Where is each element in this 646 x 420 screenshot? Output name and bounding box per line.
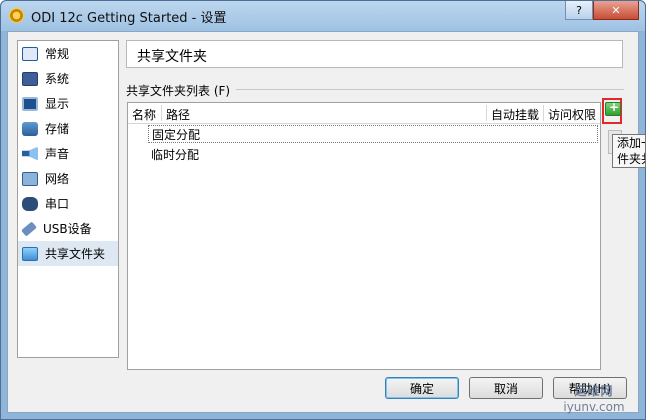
title-bar[interactable]: ODI 12c Getting Started - 设置 ? ✕ — [1, 1, 645, 31]
general-icon — [22, 46, 38, 61]
table-header: 名称 路径 自动挂载 访问权限 — [128, 103, 600, 124]
shared-folders-table[interactable]: 名称 路径 自动挂载 访问权限 固定分配 临时分配 — [127, 102, 601, 370]
add-folder-tooltip: 添加一 件夹共 — [612, 134, 646, 168]
sidebar-item-network[interactable]: 网络 — [18, 166, 118, 191]
page-title-box: 共享文件夹 — [126, 40, 623, 68]
table-row-fixed[interactable]: 固定分配 — [148, 125, 598, 143]
help-window-button[interactable]: ? — [565, 1, 593, 20]
add-shared-folder-button[interactable] — [602, 98, 622, 124]
dialog-client: 常规 系统 显示 存储 声音 网络 串口 USB设备 共享文件夹 共享文件夹 共… — [7, 31, 646, 413]
display-icon — [22, 96, 38, 111]
tooltip-line-2: 件夹共 — [617, 152, 645, 166]
shared-folders-list-label: 共享文件夹列表 (F) — [126, 84, 231, 98]
sidebar-item-label: 网络 — [45, 172, 70, 186]
sidebar-item-label: 串口 — [45, 197, 70, 211]
page-title: 共享文件夹 — [137, 49, 207, 65]
sidebar-item-system[interactable]: 系统 — [18, 66, 118, 91]
sidebar-item-label: 显示 — [45, 97, 70, 111]
ok-button[interactable]: 确定 — [385, 377, 459, 399]
sidebar-item-storage[interactable]: 存储 — [18, 116, 118, 141]
settings-window: ODI 12c Getting Started - 设置 ? ✕ 常规 系统 显… — [0, 0, 646, 420]
sidebar-item-label: 常规 — [45, 47, 70, 61]
sidebar-item-label: 共享文件夹 — [45, 247, 106, 261]
sidebar-item-display[interactable]: 显示 — [18, 91, 118, 116]
add-folder-icon — [605, 100, 621, 116]
sidebar-item-label: 存储 — [45, 122, 70, 136]
network-icon — [22, 171, 38, 186]
column-separator — [486, 105, 487, 121]
tooltip-line-1: 添加一 — [617, 136, 645, 150]
serial-icon — [22, 196, 38, 211]
watermark-line-2: iyunv.com — [563, 400, 625, 414]
close-window-button[interactable]: ✕ — [593, 1, 639, 20]
sidebar-item-label: 声音 — [45, 147, 70, 161]
row-label: 临时分配 — [151, 147, 200, 162]
sidebar-item-label: USB设备 — [43, 222, 92, 236]
usb-icon — [21, 220, 37, 237]
storage-icon — [22, 121, 38, 136]
virtualbox-app-icon — [9, 8, 24, 23]
window-title: ODI 12c Getting Started - 设置 — [31, 11, 227, 26]
watermark-line-1: 运维网 — [574, 384, 614, 398]
settings-sidebar: 常规 系统 显示 存储 声音 网络 串口 USB设备 共享文件夹 — [17, 40, 119, 358]
section-divider — [236, 89, 624, 90]
column-separator — [543, 105, 544, 121]
column-header-auto-mount[interactable]: 自动挂载 — [491, 106, 539, 123]
window-controls: ? ✕ — [565, 1, 639, 20]
sidebar-item-usb[interactable]: USB设备 — [18, 216, 118, 241]
sidebar-item-label: 系统 — [45, 72, 70, 86]
table-row-temporary[interactable]: 临时分配 — [148, 145, 199, 163]
column-header-access[interactable]: 访问权限 — [548, 106, 596, 123]
sidebar-item-serial[interactable]: 串口 — [18, 191, 118, 216]
cancel-button[interactable]: 取消 — [469, 377, 543, 399]
column-header-name[interactable]: 名称 — [132, 106, 156, 123]
sidebar-item-shared-folders[interactable]: 共享文件夹 — [18, 241, 118, 266]
shared-folder-icon — [22, 246, 38, 261]
row-label: 固定分配 — [152, 127, 201, 142]
system-icon — [22, 71, 38, 86]
sidebar-item-audio[interactable]: 声音 — [18, 141, 118, 166]
sidebar-item-general[interactable]: 常规 — [18, 41, 118, 66]
audio-icon — [22, 146, 38, 161]
site-watermark: 运维网 iyunv.com — [545, 383, 643, 417]
column-header-path[interactable]: 路径 — [166, 106, 190, 123]
column-separator — [161, 105, 162, 121]
